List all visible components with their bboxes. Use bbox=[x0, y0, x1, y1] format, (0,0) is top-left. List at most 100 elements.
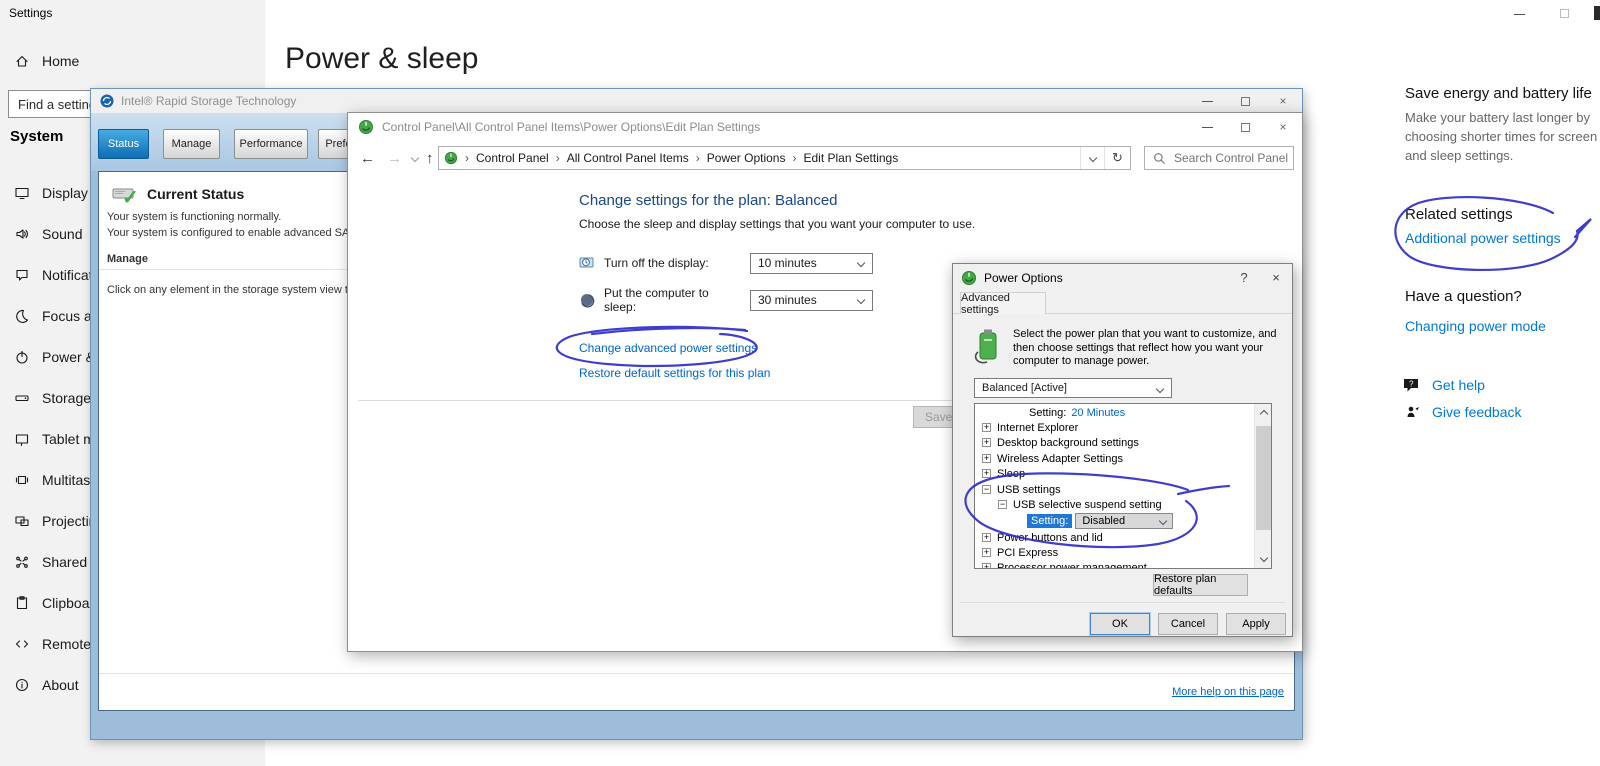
tablet-mode-icon bbox=[14, 431, 30, 447]
maximize-button[interactable] bbox=[1226, 113, 1264, 141]
refresh-icon[interactable]: ↻ bbox=[1104, 147, 1130, 169]
minimize-button[interactable] bbox=[1188, 113, 1226, 141]
scrollbar[interactable] bbox=[1254, 404, 1271, 568]
expand-icon[interactable]: + bbox=[982, 438, 991, 447]
scroll-down-icon[interactable] bbox=[1255, 551, 1272, 568]
up-icon[interactable]: ↑ bbox=[426, 150, 434, 167]
expand-icon[interactable]: + bbox=[982, 423, 991, 432]
address-dropdown-chevron-icon[interactable] bbox=[1080, 147, 1104, 169]
give-feedback-link[interactable]: Give feedback bbox=[1432, 404, 1600, 420]
tree-item[interactable]: +Wireless Adapter Settings bbox=[975, 451, 1254, 466]
clipboard-icon bbox=[14, 595, 30, 611]
tab-manage[interactable]: Manage bbox=[163, 129, 220, 159]
get-help-link[interactable]: Get help bbox=[1432, 377, 1600, 393]
crumb-power-options[interactable]: Power Options bbox=[707, 151, 786, 165]
usb-suspend-select[interactable]: Disabled bbox=[1075, 513, 1173, 529]
tree-setting-row[interactable]: Setting: 20 Minutes bbox=[975, 405, 1254, 420]
display-timeout-label: Turn off the display: bbox=[604, 256, 726, 270]
scroll-up-icon[interactable] bbox=[1255, 404, 1272, 421]
collapse-icon[interactable]: − bbox=[998, 500, 1007, 509]
close-button[interactable]: × bbox=[1264, 89, 1302, 113]
intel-rst-titlebar[interactable]: Intel® Rapid Storage Technology × bbox=[91, 89, 1302, 113]
maximize-button[interactable] bbox=[1560, 9, 1569, 18]
more-help-link[interactable]: More help on this page bbox=[1172, 686, 1284, 698]
restore-default-settings-link[interactable]: Restore default settings for this plan bbox=[579, 366, 770, 380]
tree-item[interactable]: +Sleep bbox=[975, 466, 1254, 481]
restore-plan-defaults-button[interactable]: Restore plan defaults bbox=[1153, 574, 1248, 596]
setting-value-link[interactable]: 20 Minutes bbox=[1071, 407, 1125, 419]
sleep-timeout-label: Put the computer to sleep: bbox=[604, 286, 726, 314]
close-button[interactable]: × bbox=[1264, 113, 1302, 141]
minimize-button[interactable] bbox=[1188, 89, 1226, 113]
expand-icon[interactable]: + bbox=[982, 563, 991, 569]
tree-item-usb-selective-suspend[interactable]: −USB selective suspend setting bbox=[975, 497, 1254, 512]
intel-rst-window-title: Intel® Rapid Storage Technology bbox=[121, 94, 1188, 108]
apply-button[interactable]: Apply bbox=[1226, 613, 1286, 635]
ok-button[interactable]: OK bbox=[1090, 613, 1150, 635]
chevron-down-icon bbox=[857, 258, 865, 266]
tab-status[interactable]: Status bbox=[98, 129, 149, 159]
display-icon bbox=[14, 185, 30, 201]
recent-pages-chevron-icon[interactable] bbox=[411, 154, 419, 162]
sidebar-section-system: System bbox=[10, 128, 63, 145]
status-line: Your system is functioning normally. bbox=[107, 211, 281, 223]
tree-item[interactable]: +PCI Express bbox=[975, 545, 1254, 560]
dialog-help-icon[interactable]: ? bbox=[1228, 264, 1260, 291]
remote-desktop-icon bbox=[14, 636, 30, 652]
search-icon bbox=[1153, 152, 1166, 165]
expand-icon[interactable]: + bbox=[982, 454, 991, 463]
about-icon bbox=[14, 677, 30, 693]
tree-item[interactable]: +Desktop background settings bbox=[975, 435, 1254, 450]
crumb-all-items[interactable]: All Control Panel Items bbox=[567, 151, 689, 165]
maximize-button[interactable] bbox=[1226, 89, 1264, 113]
selected-setting-label: Setting: bbox=[1027, 514, 1072, 528]
related-settings-heading: Related settings bbox=[1405, 206, 1600, 223]
tab-performance[interactable]: Performance bbox=[234, 129, 308, 159]
expand-icon[interactable]: + bbox=[982, 469, 991, 478]
plan-select[interactable]: Balanced [Active] bbox=[974, 378, 1172, 398]
back-icon[interactable]: ← bbox=[360, 150, 375, 167]
change-advanced-power-settings-link[interactable]: Change advanced power settings bbox=[579, 341, 757, 355]
sleep-timeout-select[interactable]: 30 minutes bbox=[750, 290, 873, 311]
expand-icon[interactable]: + bbox=[982, 533, 991, 542]
multitasking-icon bbox=[14, 472, 30, 488]
dialog-description: Select the power plan that you want to c… bbox=[1013, 328, 1279, 369]
forward-icon[interactable]: → bbox=[387, 150, 402, 167]
search-placeholder: Search Control Panel bbox=[1174, 151, 1288, 165]
collapse-icon[interactable]: − bbox=[982, 485, 991, 494]
changing-power-mode-link[interactable]: Changing power mode bbox=[1405, 318, 1600, 334]
additional-power-settings-link[interactable]: Additional power settings bbox=[1405, 230, 1600, 246]
divider bbox=[99, 673, 1294, 674]
sidebar-item-label: Home bbox=[42, 53, 79, 69]
power-options-titlebar[interactable]: Power Options ? × bbox=[953, 264, 1292, 291]
tree-item[interactable]: +Power buttons and lid bbox=[975, 530, 1254, 545]
sidebar-item-home[interactable]: Home bbox=[0, 44, 265, 78]
desktop: Settings Home Find a setting System Disp… bbox=[0, 0, 1600, 766]
chevron-down-icon bbox=[1159, 516, 1167, 524]
power-options-title: Power Options bbox=[984, 271, 1228, 285]
tree-item[interactable]: +Internet Explorer bbox=[975, 420, 1254, 435]
search-control-panel-input[interactable]: Search Control Panel bbox=[1144, 146, 1294, 170]
cancel-button[interactable]: Cancel bbox=[1158, 613, 1218, 635]
minimize-button[interactable] bbox=[1514, 14, 1525, 15]
tree-item-usb-settings[interactable]: −USB settings bbox=[975, 482, 1254, 497]
home-icon bbox=[14, 53, 30, 69]
give-feedback-icon bbox=[1405, 404, 1421, 420]
scroll-thumb[interactable] bbox=[1256, 426, 1271, 530]
control-panel-titlebar[interactable]: Control Panel\All Control Panel Items\Po… bbox=[348, 113, 1302, 141]
breadcrumb[interactable]: › Control Panel › All Control Panel Item… bbox=[438, 146, 1131, 170]
get-help-icon: ? bbox=[1403, 377, 1421, 393]
close-icon[interactable]: × bbox=[1260, 264, 1292, 291]
tree-item[interactable]: +Processor power management bbox=[975, 560, 1254, 569]
current-status-heading: Current Status bbox=[147, 186, 244, 202]
tab-advanced-settings[interactable]: Advanced settings bbox=[960, 292, 1046, 314]
display-timeout-select[interactable]: 10 minutes bbox=[750, 253, 873, 274]
control-panel-window-title: Control Panel\All Control Panel Items\Po… bbox=[382, 120, 1188, 134]
crumb-edit-plan[interactable]: Edit Plan Settings bbox=[803, 151, 898, 165]
tree-setting-row-selected[interactable]: Setting: Disabled bbox=[975, 512, 1254, 529]
current-status-icon: ✓ bbox=[112, 184, 142, 206]
expand-icon[interactable]: + bbox=[982, 548, 991, 557]
crumb-control-panel[interactable]: Control Panel bbox=[476, 151, 549, 165]
power-plan-icon bbox=[970, 328, 1006, 366]
address-bar: ← → ↑ › Control Panel › All Control Pane… bbox=[348, 141, 1302, 175]
